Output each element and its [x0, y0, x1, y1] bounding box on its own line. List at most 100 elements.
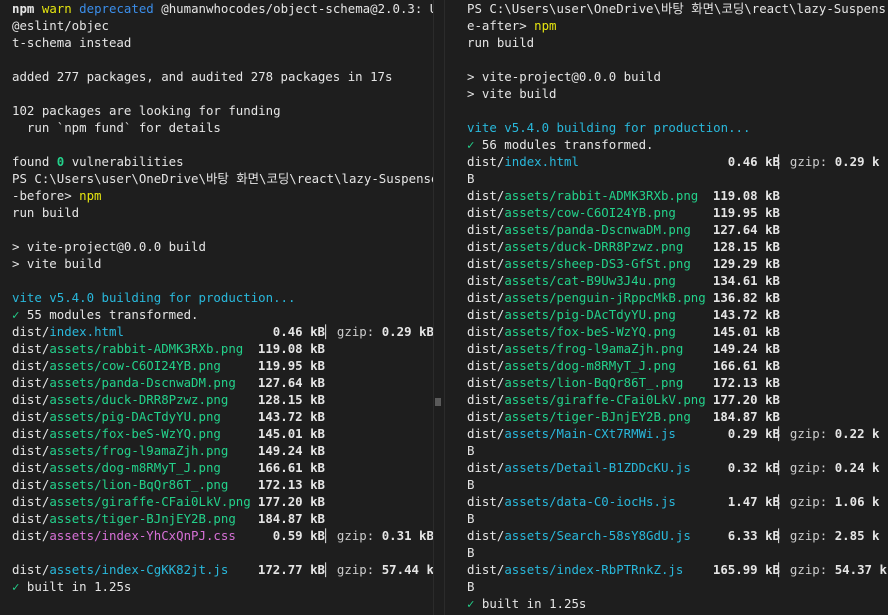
file-dir: dist/	[467, 562, 505, 577]
file-size: 165.99 kB	[712, 562, 780, 577]
file-dir: dist/	[467, 324, 505, 339]
file-dir: dist/	[467, 307, 505, 322]
file-size: 184.87 kB	[257, 511, 325, 526]
file-dir: dist/	[467, 188, 505, 203]
npm-warn-line: npm warn deprecated @humanwhocodes/objec…	[12, 0, 433, 17]
file-name: assets/Search-58sY8GdU.js	[504, 528, 691, 543]
file-dir: dist/	[467, 358, 505, 373]
prompt-line: PS C:\Users\user\OneDrive\바탕 화면\코딩\react…	[467, 1, 887, 16]
funding-line: 102 packages are looking for funding	[12, 103, 281, 118]
file-size: 119.08 kB	[712, 188, 780, 203]
file-name: assets/pig-DAcTdyYU.png	[49, 409, 221, 424]
file-size: 136.82 kB	[712, 290, 780, 305]
file-name: assets/cow-C6OI24YB.png	[504, 205, 676, 220]
file-dir: dist/	[12, 341, 50, 356]
wrapped-line: B	[467, 511, 475, 526]
split-divider[interactable]	[433, 0, 445, 615]
gzip-size: 1.06 k	[834, 494, 880, 509]
file-row: dist/assets/rabbit-ADMK3RXb.png 119.08 kB	[467, 187, 888, 204]
command-args: run build	[467, 35, 535, 50]
file-dir: dist/	[12, 426, 50, 441]
file-name: assets/index-RbPTRnkZ.js	[504, 562, 684, 577]
sash-handle[interactable]	[435, 398, 441, 406]
file-row: dist/assets/tiger-BJnjEY2B.png 184.87 kB	[467, 408, 888, 425]
separator: │	[775, 460, 783, 475]
file-name: assets/giraffe-CFai0LkV.png	[49, 494, 251, 509]
gzip-size: 0.31 kB	[381, 528, 433, 543]
wrapped-line: B	[467, 477, 475, 492]
file-row: dist/assets/index-RbPTRnkZ.js 165.99 kB │ …	[467, 561, 888, 578]
npm-label: npm	[12, 1, 35, 16]
transformed-label: 55 modules transformed.	[19, 307, 199, 322]
file-size: 149.24 kB	[712, 341, 780, 356]
file-size: 134.61 kB	[712, 273, 780, 288]
file-row: dist/assets/data-C0-iocHs.js 1.47 kB │ gzi…	[467, 493, 888, 510]
file-name: assets/fox-beS-WzYQ.png	[504, 324, 676, 339]
file-name: assets/panda-DscnwaDM.png	[49, 375, 236, 390]
warn-continuation: t-schema instead	[12, 35, 132, 50]
file-dir: dist/	[12, 324, 50, 339]
file-name: assets/sheep-DS3-GfSt.png	[504, 256, 691, 271]
vulnerabilities-line: found 0 vulnerabilities	[12, 153, 433, 170]
command-npm: npm	[79, 188, 102, 203]
file-size: 128.15 kB	[257, 392, 325, 407]
file-size: 119.08 kB	[257, 341, 325, 356]
file-dir: dist/	[12, 477, 50, 492]
warn-continuation: @eslint/objec	[12, 18, 109, 33]
terminal-pane-left[interactable]: npm warn deprecated @humanwhocodes/objec…	[0, 0, 433, 615]
file-size: 145.01 kB	[712, 324, 780, 339]
file-name: assets/data-C0-iocHs.js	[504, 494, 676, 509]
prompt-suffix: e-after>	[467, 18, 535, 33]
file-size: 0.29 kB	[727, 426, 780, 441]
gzip-size: 0.29 k	[834, 154, 880, 169]
file-dir: dist/	[467, 273, 505, 288]
file-row: dist/assets/rabbit-ADMK3RXb.png 119.08 kB	[12, 340, 433, 357]
file-size: 0.59 kB	[272, 528, 325, 543]
vulnerabilities-label: vulnerabilities	[64, 154, 184, 169]
file-row: dist/index.html 0.46 kB │ gzip: 0.29 k	[467, 153, 888, 170]
script-line: > vite build	[12, 256, 102, 271]
prompt-line: -before> npm	[12, 187, 433, 204]
gzip-info: │ gzip: 0.24 k	[775, 460, 880, 475]
file-row: dist/assets/dog-m8RMyT_J.png 166.61 kB	[467, 357, 888, 374]
file-size: 172.13 kB	[712, 375, 780, 390]
file-dir: dist/	[12, 562, 50, 577]
file-size: 177.20 kB	[257, 494, 325, 509]
file-size: 166.61 kB	[712, 358, 780, 373]
file-dir: dist/	[12, 460, 50, 475]
file-name: assets/dog-m8RMyT_J.png	[504, 358, 676, 373]
deprecated-label: deprecated	[79, 1, 154, 16]
file-name: assets/dog-m8RMyT_J.png	[49, 460, 221, 475]
file-dir: dist/	[467, 375, 505, 390]
file-row: dist/assets/panda-DscnwaDM.png 127.64 kB	[467, 221, 888, 238]
file-name: assets/Main-CXt7RMWi.js	[504, 426, 676, 441]
terminal-pane-right[interactable]: PS C:\Users\user\OneDrive\바탕 화면\코딩\react…	[445, 0, 888, 615]
file-size: 0.46 kB	[727, 154, 780, 169]
wrapped-line: B	[467, 171, 475, 186]
file-name: assets/lion-BqQr86T_.png	[504, 375, 684, 390]
built-label: built in 1.25s	[19, 579, 132, 594]
file-name: assets/index-YhCxQnPJ.css	[49, 528, 236, 543]
file-name: assets/cow-C6OI24YB.png	[49, 358, 221, 373]
file-row: dist/assets/sheep-DS3-GfSt.png 129.29 kB	[467, 255, 888, 272]
wrapped-line: B	[467, 545, 475, 560]
file-name: assets/fox-beS-WzYQ.png	[49, 426, 221, 441]
transformed-label: 56 modules transformed.	[474, 137, 654, 152]
file-size: 143.72 kB	[712, 307, 780, 322]
file-dir: dist/	[467, 460, 505, 475]
file-row: dist/assets/Detail-B1ZDDcKU.js 0.32 kB │ g…	[467, 459, 888, 476]
command-npm: npm	[534, 18, 557, 33]
file-row: dist/assets/panda-DscnwaDM.png 127.64 kB	[12, 374, 433, 391]
file-size: 172.13 kB	[257, 477, 325, 492]
file-size: 127.64 kB	[257, 375, 325, 390]
gzip-size: 57.44 kB	[381, 562, 433, 577]
file-row: dist/assets/pig-DAcTdyYU.png 143.72 kB	[12, 408, 433, 425]
file-dir: dist/	[467, 290, 505, 305]
file-dir: dist/	[12, 511, 50, 526]
file-name: assets/lion-BqQr86T_.png	[49, 477, 229, 492]
file-name: assets/frog-l9amaZjh.png	[49, 443, 229, 458]
file-size: 129.29 kB	[712, 256, 780, 271]
gzip-info: │ gzip: 2.85 k	[775, 528, 880, 543]
